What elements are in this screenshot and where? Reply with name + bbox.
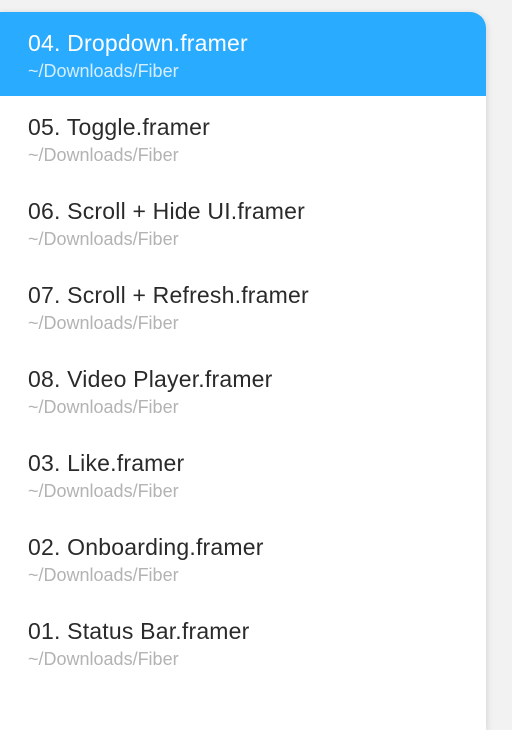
list-item[interactable]: 04. Dropdown.framer ~/Downloads/Fiber xyxy=(0,12,486,96)
item-subtitle: ~/Downloads/Fiber xyxy=(28,649,458,670)
item-title: 06. Scroll + Hide UI.framer xyxy=(28,198,458,225)
item-subtitle: ~/Downloads/Fiber xyxy=(28,145,458,166)
item-title: 08. Video Player.framer xyxy=(28,366,458,393)
list-item[interactable]: 03. Like.framer ~/Downloads/Fiber xyxy=(0,432,486,516)
list-item[interactable]: 07. Scroll + Refresh.framer ~/Downloads/… xyxy=(0,264,486,348)
item-title: 03. Like.framer xyxy=(28,450,458,477)
item-subtitle: ~/Downloads/Fiber xyxy=(28,397,458,418)
list-item[interactable]: 02. Onboarding.framer ~/Downloads/Fiber xyxy=(0,516,486,600)
item-title: 01. Status Bar.framer xyxy=(28,618,458,645)
list-item[interactable]: 06. Scroll + Hide UI.framer ~/Downloads/… xyxy=(0,180,486,264)
item-title: 04. Dropdown.framer xyxy=(28,30,458,57)
item-subtitle: ~/Downloads/Fiber xyxy=(28,565,458,586)
item-subtitle: ~/Downloads/Fiber xyxy=(28,61,458,82)
item-subtitle: ~/Downloads/Fiber xyxy=(28,229,458,250)
item-title: 02. Onboarding.framer xyxy=(28,534,458,561)
list-item[interactable]: 01. Status Bar.framer ~/Downloads/Fiber xyxy=(0,600,486,684)
list-item[interactable]: 05. Toggle.framer ~/Downloads/Fiber xyxy=(0,96,486,180)
item-title: 07. Scroll + Refresh.framer xyxy=(28,282,458,309)
item-title: 05. Toggle.framer xyxy=(28,114,458,141)
list-item[interactable]: 08. Video Player.framer ~/Downloads/Fibe… xyxy=(0,348,486,432)
item-subtitle: ~/Downloads/Fiber xyxy=(28,481,458,502)
item-subtitle: ~/Downloads/Fiber xyxy=(28,313,458,334)
file-list-panel: 04. Dropdown.framer ~/Downloads/Fiber 05… xyxy=(0,12,486,730)
